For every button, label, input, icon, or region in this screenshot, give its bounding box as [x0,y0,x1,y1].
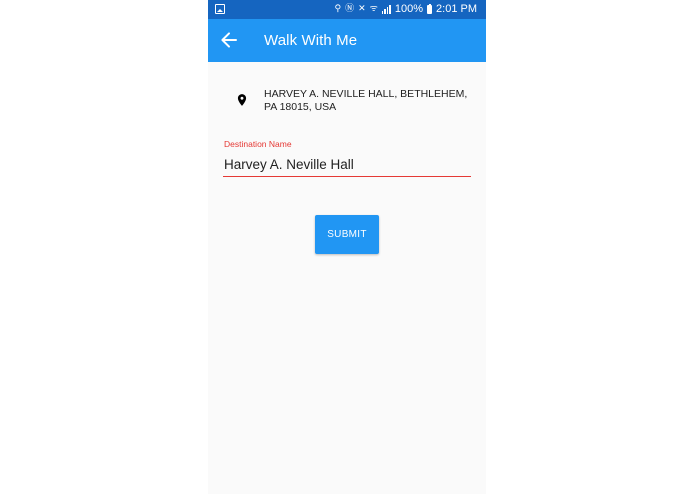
page-title: Walk With Me [264,32,358,49]
phone-screen: ⚲ Ⓝ ✕ ᯤ 100% 2:01 PM Walk With Me HARVEY… [208,0,486,494]
mute-icon: ✕ [358,4,366,14]
image-icon [215,4,225,14]
battery-percentage: 100% [394,3,424,15]
destination-name-input[interactable] [223,154,471,177]
signal-icon [381,5,391,14]
map-pin-icon [237,94,247,106]
nfc-icon: Ⓝ [345,4,355,14]
wifi-icon: ᯤ [369,4,378,14]
back-button[interactable] [217,28,241,52]
app-bar: Walk With Me [208,19,486,62]
battery-icon [427,3,433,14]
location-icon: ⚲ [334,4,342,14]
submit-button[interactable]: SUBMIT [315,215,379,254]
status-icons: ⚲ Ⓝ ✕ ᯤ 100% 2:01 PM [335,0,477,19]
clock: 2:01 PM [436,3,477,15]
address-text: HARVEY A. NEVILLE HALL, BETHLEHEM, PA 18… [264,88,468,113]
arrow-left-icon [221,32,237,48]
status-bar: ⚲ Ⓝ ✕ ᯤ 100% 2:01 PM [208,0,486,19]
destination-name-label: Destination Name [224,139,292,149]
